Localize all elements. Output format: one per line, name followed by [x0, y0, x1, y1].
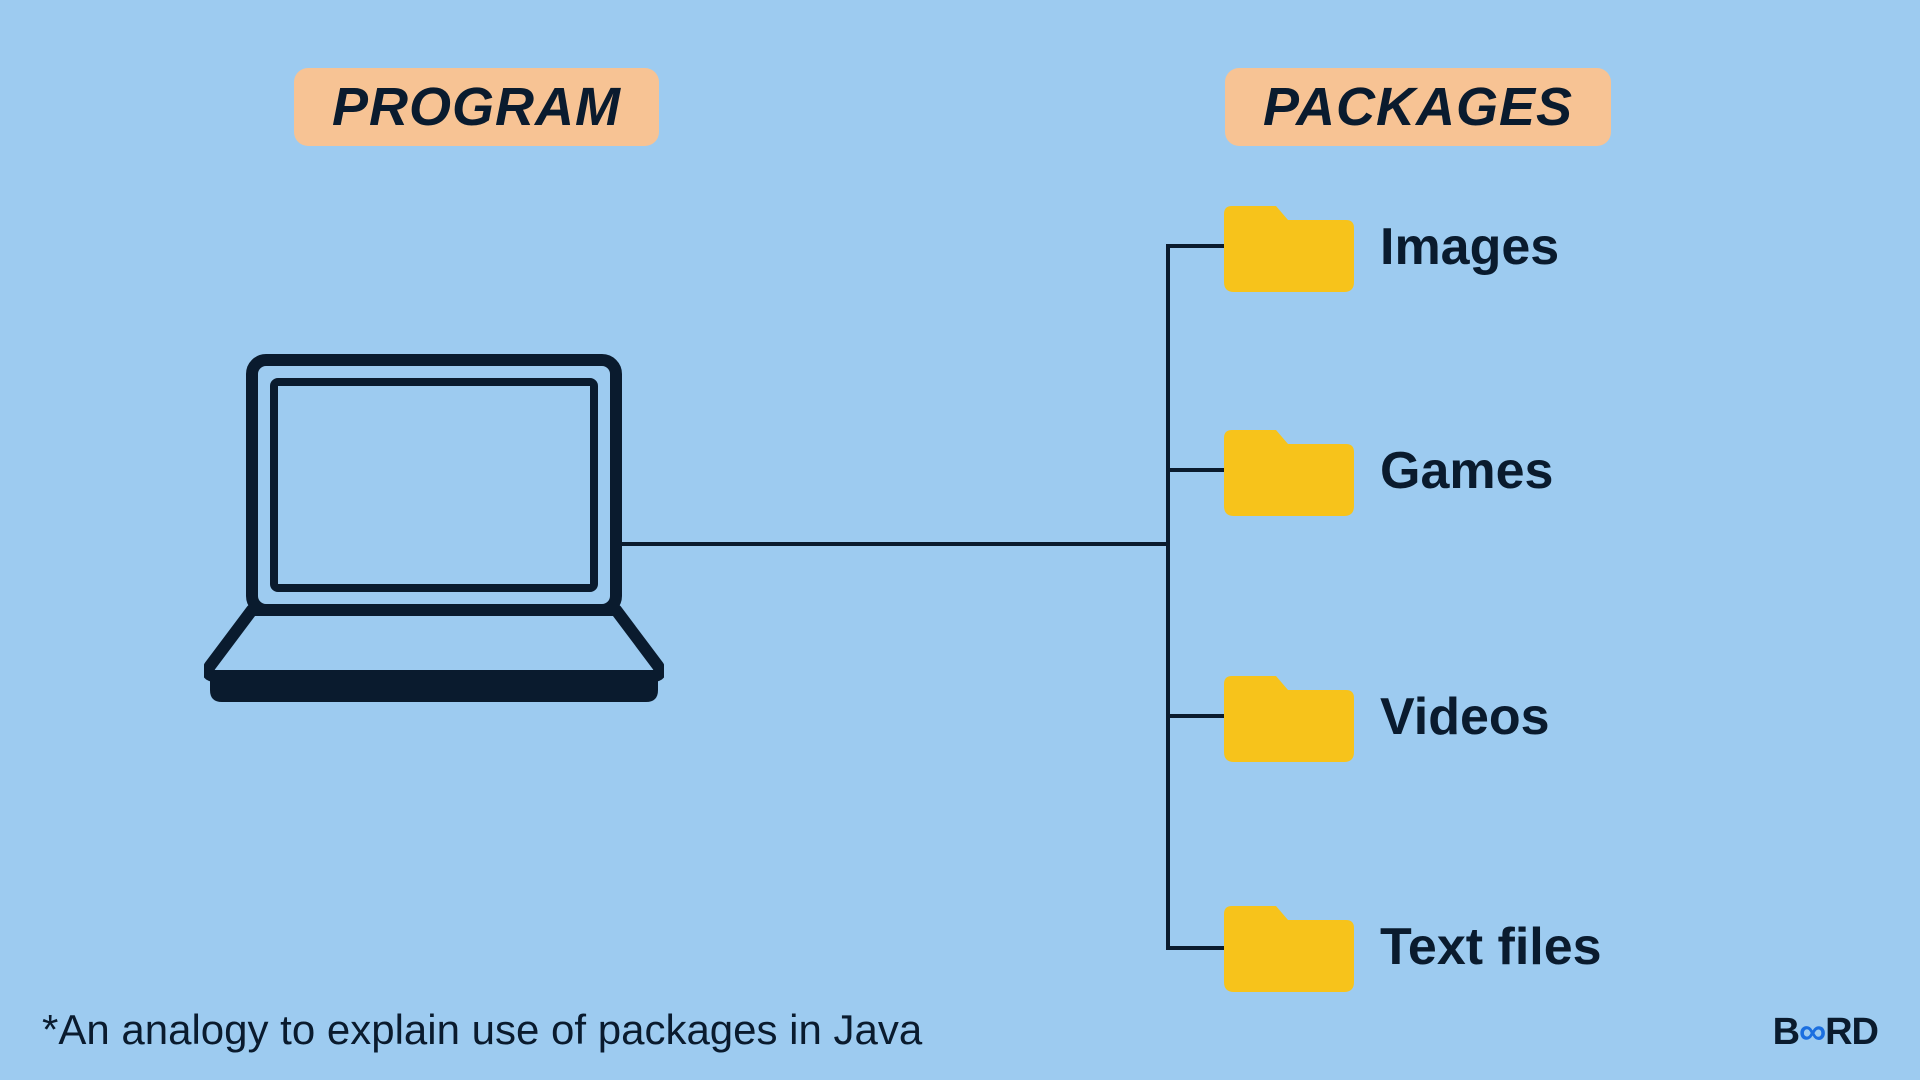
folder-label: Videos: [1380, 687, 1550, 747]
brand-prefix: B: [1773, 1011, 1799, 1053]
connector-branch: [1166, 468, 1224, 472]
connector-branch: [1166, 714, 1224, 718]
laptop-icon: [204, 350, 664, 710]
folder-label: Games: [1380, 441, 1553, 501]
folder-icon: [1224, 662, 1354, 762]
program-pill: PROGRAM: [294, 68, 659, 146]
folder-label: Images: [1380, 217, 1559, 277]
folder-icon: [1224, 892, 1354, 992]
brand-suffix: RD: [1825, 1011, 1878, 1053]
connector-branch: [1166, 244, 1224, 248]
connector-branch: [1166, 946, 1224, 950]
connector-line: [610, 542, 1170, 546]
folder-icon: [1224, 416, 1354, 516]
caption-text: *An analogy to explain use of packages i…: [42, 1006, 922, 1054]
brand-logo: B∞RD: [1773, 1011, 1878, 1054]
connector-vertical: [1166, 244, 1170, 950]
packages-pill: PACKAGES: [1225, 68, 1611, 146]
folder-icon: [1224, 192, 1354, 292]
folder-label: Text files: [1380, 917, 1602, 977]
brand-mid: ∞: [1799, 1011, 1825, 1053]
